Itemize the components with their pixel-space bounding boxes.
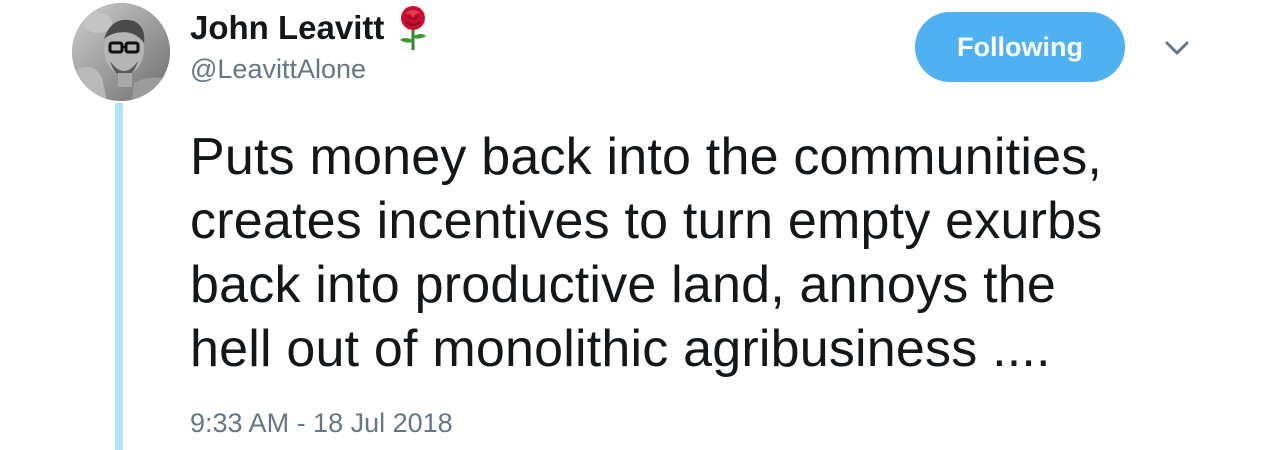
following-button[interactable]: Following (915, 12, 1125, 82)
tweet-text-line: back into productive land, annoys the (190, 256, 1056, 314)
chevron-down-icon[interactable] (1163, 36, 1191, 60)
tweet-timestamp[interactable]: 9:33 AM - 18 Jul 2018 (190, 408, 453, 439)
thread-line (115, 103, 123, 450)
author-handle[interactable]: @LeavittAlone (190, 54, 366, 85)
rose-icon (396, 6, 430, 50)
tweet-text-line: hell out of monolithic agribusiness .... (190, 320, 1051, 378)
avatar-photo (72, 3, 170, 101)
avatar[interactable] (72, 3, 170, 101)
tweet-text-line: Puts money back into the communities, (190, 128, 1103, 186)
author-display-name[interactable]: John Leavitt (190, 9, 384, 47)
author-name-row[interactable]: John Leavitt (190, 6, 430, 50)
tweet-text: Puts money back into the communities, cr… (190, 125, 1230, 381)
tweet-text-line: creates incentives to turn empty exurbs (190, 192, 1103, 250)
